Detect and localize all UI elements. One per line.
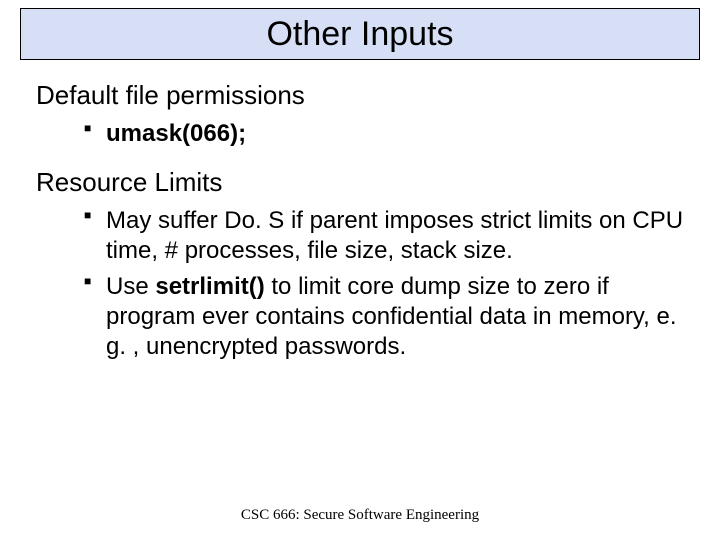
bullet-text-bold: setrlimit()	[155, 273, 264, 300]
bullet-text: May suffer Do. S if parent imposes stric…	[106, 207, 683, 264]
bullet-list: May suffer Do. S if parent imposes stric…	[36, 206, 684, 362]
slide: Other Inputs Default file permissions um…	[0, 0, 720, 540]
slide-title: Other Inputs	[266, 15, 453, 54]
bullet-item: May suffer Do. S if parent imposes stric…	[84, 206, 684, 266]
section-heading: Resource Limits	[36, 167, 684, 198]
content-area: Default file permissions umask(066); Res…	[36, 80, 684, 380]
bullet-text: umask(066);	[106, 120, 246, 147]
bullet-item: umask(066);	[84, 119, 684, 149]
slide-footer: CSC 666: Secure Software Engineering	[0, 507, 720, 524]
bullet-text-prefix: Use	[106, 273, 155, 300]
bullet-list: umask(066);	[36, 119, 684, 149]
title-band: Other Inputs	[20, 8, 700, 60]
bullet-item: Use setrlimit() to limit core dump size …	[84, 272, 684, 362]
section-heading: Default file permissions	[36, 80, 684, 111]
